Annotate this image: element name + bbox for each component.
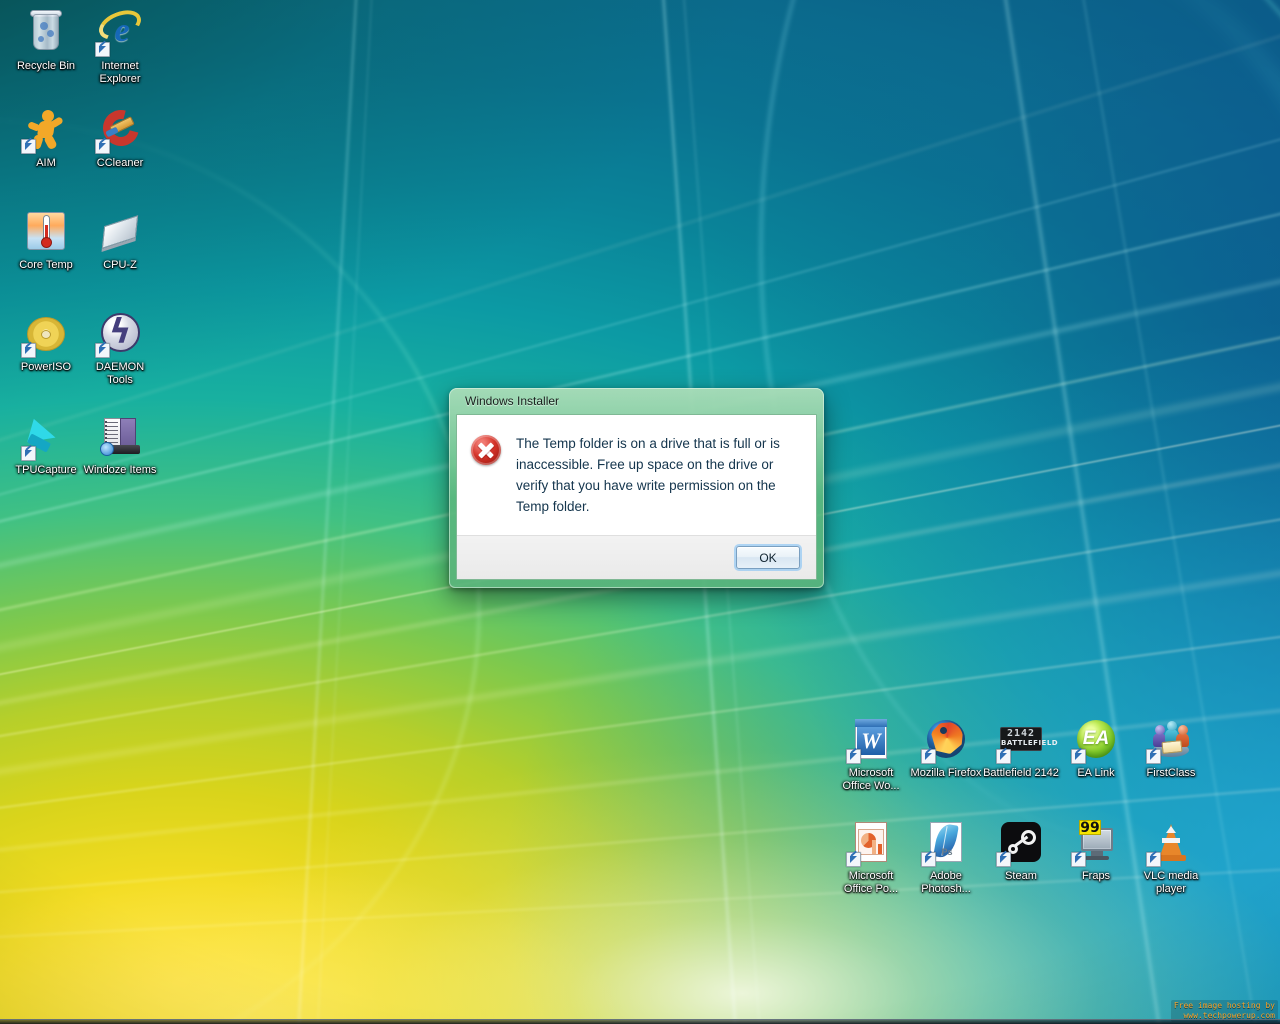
dialog-title-bar[interactable]: Windows Installer bbox=[456, 388, 817, 414]
dialog-message-text: The Temp folder is on a drive that is fu… bbox=[516, 436, 780, 514]
desktop-icon-poweriso[interactable]: PowerISO bbox=[8, 309, 84, 374]
shortcut-arrow-icon bbox=[921, 749, 936, 764]
desktop-icon-label: Mozilla Firefox bbox=[910, 767, 982, 779]
shortcut-arrow-icon bbox=[21, 343, 36, 358]
desktop-icon-steam[interactable]: Steam bbox=[983, 818, 1059, 883]
desktop-icon-label: CPU-Z bbox=[103, 259, 137, 271]
desktop-icon-label: Recycle Bin bbox=[16, 60, 76, 72]
shortcut-arrow-icon bbox=[95, 343, 110, 358]
daemon-tools-icon: ϟ bbox=[95, 309, 144, 358]
desktop-icon-label: DAEMON Tools bbox=[95, 361, 145, 386]
dialog-button-bar: OK bbox=[457, 535, 816, 579]
desktop-icon-label: CCleaner bbox=[96, 157, 144, 169]
desktop-icon-label: Windoze Items bbox=[83, 464, 157, 476]
desktop-icon-ea-link[interactable]: EA EA Link bbox=[1058, 715, 1134, 780]
desktop-icon-cpu-z[interactable]: CPU-Z bbox=[82, 207, 158, 272]
windoze-items-icon bbox=[96, 412, 144, 460]
desktop[interactable]: Recycle Bin e Internet Explorer AIM CCle… bbox=[0, 0, 1280, 1024]
fraps-counter: 99 bbox=[1079, 820, 1101, 836]
aim-icon bbox=[21, 105, 70, 154]
desktop-icon-recycle-bin[interactable]: Recycle Bin bbox=[8, 8, 84, 73]
desktop-icon-vlc[interactable]: VLC media player bbox=[1133, 818, 1209, 896]
desktop-icon-label: TPUCapture bbox=[15, 464, 77, 476]
desktop-icon-label: Microsoft Office Po... bbox=[843, 870, 899, 895]
desktop-icon-firstclass[interactable]: FirstClass bbox=[1133, 715, 1209, 780]
desktop-icon-label: PowerISO bbox=[20, 361, 72, 373]
shortcut-arrow-icon bbox=[21, 139, 36, 154]
battlefield-logo-line2: BATTLEFIELD bbox=[1001, 739, 1059, 747]
desktop-icon-ms-powerpoint[interactable]: Microsoft Office Po... bbox=[833, 818, 909, 896]
ea-link-icon: EA bbox=[1071, 715, 1120, 764]
taskbar[interactable] bbox=[0, 1019, 1280, 1024]
tpucapture-icon bbox=[21, 412, 70, 461]
core-temp-icon bbox=[22, 207, 70, 255]
shortcut-arrow-icon bbox=[95, 139, 110, 154]
shortcut-arrow-icon bbox=[996, 749, 1011, 764]
desktop-icon-label: VLC media player bbox=[1143, 870, 1199, 895]
desktop-icon-photoshop[interactable]: Ps Adobe Photosh... bbox=[908, 818, 984, 896]
desktop-icon-label: Internet Explorer bbox=[99, 60, 141, 85]
desktop-icon-ms-word[interactable]: W Microsoft Office Wo... bbox=[833, 715, 909, 793]
desktop-icon-label: Steam bbox=[1005, 870, 1037, 882]
desktop-icon-aim[interactable]: AIM bbox=[8, 105, 84, 170]
dialog-message-area: The Temp folder is on a drive that is fu… bbox=[457, 415, 816, 535]
firefox-icon bbox=[921, 715, 970, 764]
desktop-icon-label: Core Temp bbox=[19, 259, 73, 271]
vlc-icon bbox=[1146, 818, 1195, 867]
desktop-icon-label: FirstClass bbox=[1146, 767, 1196, 779]
shortcut-arrow-icon bbox=[921, 852, 936, 867]
shortcut-arrow-icon bbox=[1146, 749, 1161, 764]
desktop-icon-ccleaner[interactable]: CCleaner bbox=[82, 103, 158, 170]
battlefield-2142-icon: 2142 BATTLEFIELD bbox=[996, 715, 1059, 764]
desktop-icon-label: AIM bbox=[36, 157, 56, 169]
ms-powerpoint-icon bbox=[846, 818, 895, 867]
desktop-icon-daemon-tools[interactable]: ϟ DAEMON Tools bbox=[82, 309, 158, 387]
shortcut-arrow-icon bbox=[996, 852, 1011, 867]
desktop-icon-label: Battlefield 2142 bbox=[983, 767, 1059, 779]
desktop-icon-internet-explorer[interactable]: e Internet Explorer bbox=[82, 4, 158, 86]
shortcut-arrow-icon bbox=[1146, 852, 1161, 867]
photoshop-letters: Ps bbox=[941, 847, 953, 857]
windows-installer-dialog[interactable]: Windows Installer The Temp folder is on … bbox=[449, 388, 824, 588]
cpu-z-icon bbox=[96, 207, 144, 255]
fraps-icon: 99 bbox=[1071, 818, 1120, 867]
desktop-icon-label: EA Link bbox=[1077, 767, 1115, 779]
desktop-icon-fraps[interactable]: 99 Fraps bbox=[1058, 818, 1134, 883]
shortcut-arrow-icon bbox=[95, 42, 110, 57]
battlefield-logo-line1: 2142 bbox=[1006, 728, 1036, 739]
error-icon bbox=[471, 435, 501, 465]
desktop-icon-label: Adobe Photosh... bbox=[921, 870, 971, 895]
shortcut-arrow-icon bbox=[846, 852, 861, 867]
desktop-icon-label: Microsoft Office Wo... bbox=[842, 767, 900, 792]
shortcut-arrow-icon bbox=[1071, 749, 1086, 764]
desktop-icon-battlefield-2142[interactable]: 2142 BATTLEFIELD Battlefield 2142 bbox=[983, 715, 1059, 780]
shortcut-arrow-icon bbox=[21, 446, 36, 461]
ccleaner-icon bbox=[95, 103, 146, 154]
desktop-icon-windoze-items[interactable]: Windoze Items bbox=[82, 412, 158, 477]
photoshop-icon: Ps bbox=[921, 818, 970, 867]
desktop-icon-tpucapture[interactable]: TPUCapture bbox=[8, 412, 84, 477]
recycle-bin-icon bbox=[22, 8, 70, 56]
internet-explorer-icon: e bbox=[94, 4, 146, 57]
poweriso-icon bbox=[21, 309, 70, 358]
dialog-title: Windows Installer bbox=[465, 394, 560, 408]
dialog-body: The Temp folder is on a drive that is fu… bbox=[456, 414, 817, 580]
desktop-icon-firefox[interactable]: Mozilla Firefox bbox=[908, 715, 984, 780]
firstclass-icon bbox=[1146, 715, 1195, 764]
desktop-icon-label: Fraps bbox=[1081, 870, 1111, 882]
shortcut-arrow-icon bbox=[846, 749, 861, 764]
ok-button[interactable]: OK bbox=[736, 546, 800, 569]
shortcut-arrow-icon bbox=[1071, 852, 1086, 867]
watermark-line-1: Free image hosting by bbox=[1173, 1001, 1275, 1010]
desktop-icon-core-temp[interactable]: Core Temp bbox=[8, 207, 84, 272]
steam-icon bbox=[996, 818, 1045, 867]
ms-word-icon: W bbox=[846, 715, 895, 764]
